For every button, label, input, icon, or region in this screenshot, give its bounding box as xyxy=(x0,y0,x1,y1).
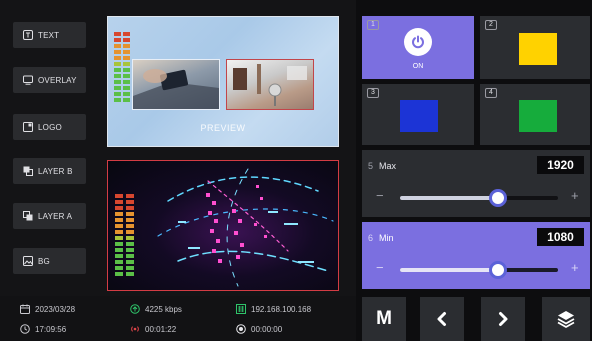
bitrate-text: 4225 kbps xyxy=(145,304,182,314)
min-label: Min xyxy=(379,233,394,243)
layer-a-source-label: LAYER A xyxy=(38,211,73,221)
bg-source-label: BG xyxy=(38,256,50,266)
cell-number: 3 xyxy=(367,88,379,98)
preview-image-tablet xyxy=(132,59,220,110)
audio-meter-right xyxy=(126,194,134,276)
cell-number: 2 xyxy=(485,20,497,30)
power-icon xyxy=(412,35,424,49)
min-slider-track[interactable] xyxy=(400,261,558,279)
layer-b-source-button[interactable]: LAYER B xyxy=(13,158,86,184)
cell-number: 4 xyxy=(485,88,497,98)
live-duration-status: 00:01:22 xyxy=(130,324,176,334)
power-button[interactable] xyxy=(404,28,432,56)
bitrate-status: 4225 kbps xyxy=(130,304,182,314)
cell-4-green[interactable]: 4 xyxy=(480,84,590,145)
overlay-source-button[interactable]: OVERLAY xyxy=(13,67,86,93)
layers-icon xyxy=(557,311,575,328)
program-audio-meters xyxy=(115,194,134,276)
overlay-source-label: OVERLAY xyxy=(38,75,77,85)
program-neon-artwork xyxy=(157,168,334,287)
overlay-icon xyxy=(23,75,33,85)
status-bar: 2023/03/28 17:09:56 4225 kbps 00:01:22 1… xyxy=(0,296,356,341)
ip-text: 192.168.100.168 xyxy=(251,304,312,314)
min-slider-panel: 6 Min 1080 − + xyxy=(362,222,590,289)
next-button[interactable] xyxy=(481,297,525,341)
cell-1-on-toggle[interactable]: 1 ON xyxy=(362,16,474,79)
time-text: 17:09:56 xyxy=(35,324,67,334)
text-icon xyxy=(23,30,33,40)
m-button[interactable]: M xyxy=(362,297,406,341)
max-increment-button[interactable]: + xyxy=(571,188,579,203)
chevron-left-icon xyxy=(437,312,446,326)
cell-3-blue[interactable]: 3 xyxy=(362,84,474,145)
chevron-right-icon xyxy=(499,312,508,326)
min-slider-fill xyxy=(400,268,498,272)
preview-audio-meters xyxy=(114,32,130,102)
slider-number: 6 xyxy=(368,233,374,243)
blue-swatch xyxy=(400,100,438,132)
layer-b-source-label: LAYER B xyxy=(38,166,73,176)
logo-source-label: LOGO xyxy=(38,122,62,132)
record-duration-text: 00:00:00 xyxy=(251,324,283,334)
preview-label: PREVIEW xyxy=(200,123,246,133)
image-icon xyxy=(23,256,33,266)
text-source-button[interactable]: TEXT xyxy=(13,22,86,48)
max-value[interactable]: 1920 xyxy=(537,156,584,174)
max-label: Max xyxy=(379,161,397,171)
layers-button[interactable] xyxy=(542,297,590,341)
logo-icon xyxy=(23,122,33,132)
left-panel: TEXT OVERLAY LOGO LAYER B LAYER A BG PRE… xyxy=(0,0,356,341)
preview-monitor[interactable]: PREVIEW xyxy=(107,16,339,147)
bg-source-button[interactable]: BG xyxy=(13,248,86,274)
cell-2-yellow[interactable]: 2 xyxy=(480,16,590,79)
audio-meter-left xyxy=(115,194,123,276)
network-icon xyxy=(236,304,246,314)
layer-a-source-button[interactable]: LAYER A xyxy=(13,203,86,229)
max-decrement-button[interactable]: − xyxy=(376,188,384,203)
text-source-label: TEXT xyxy=(38,30,60,40)
date-text: 2023/03/28 xyxy=(35,304,76,314)
m-button-label: M xyxy=(376,308,392,329)
audio-meter-left xyxy=(114,32,121,102)
live-broadcast-icon xyxy=(131,326,139,332)
previous-button[interactable] xyxy=(420,297,464,341)
layer-a-icon xyxy=(23,211,33,221)
record-duration-status: 00:00:00 xyxy=(236,324,282,334)
live-duration-text: 00:01:22 xyxy=(145,324,177,334)
min-value[interactable]: 1080 xyxy=(537,228,584,246)
program-monitor[interactable] xyxy=(107,160,339,291)
on-label: ON xyxy=(412,63,424,70)
layer-b-icon xyxy=(23,166,33,176)
min-decrement-button[interactable]: − xyxy=(376,260,384,275)
slider-number: 5 xyxy=(368,161,374,171)
green-swatch xyxy=(519,100,557,132)
upload-icon xyxy=(130,304,140,314)
time-status: 17:09:56 xyxy=(20,324,66,334)
record-icon xyxy=(236,324,246,334)
yellow-swatch xyxy=(519,33,557,65)
logo-source-button[interactable]: LOGO xyxy=(13,114,86,140)
max-slider-fill xyxy=(400,196,498,200)
cell-number: 1 xyxy=(367,20,379,30)
min-increment-button[interactable]: + xyxy=(571,260,579,275)
ip-status: 192.168.100.168 xyxy=(236,304,311,314)
calendar-icon xyxy=(20,304,30,314)
max-slider-panel: 5 Max 1920 − + xyxy=(362,150,590,217)
max-slider-track[interactable] xyxy=(400,189,558,207)
preview-image-studio xyxy=(226,59,314,110)
date-status: 2023/03/28 xyxy=(20,304,75,314)
audio-meter-right xyxy=(123,32,130,102)
min-slider-knob[interactable] xyxy=(488,261,507,279)
clock-icon xyxy=(20,324,30,334)
max-slider-knob[interactable] xyxy=(488,189,507,207)
